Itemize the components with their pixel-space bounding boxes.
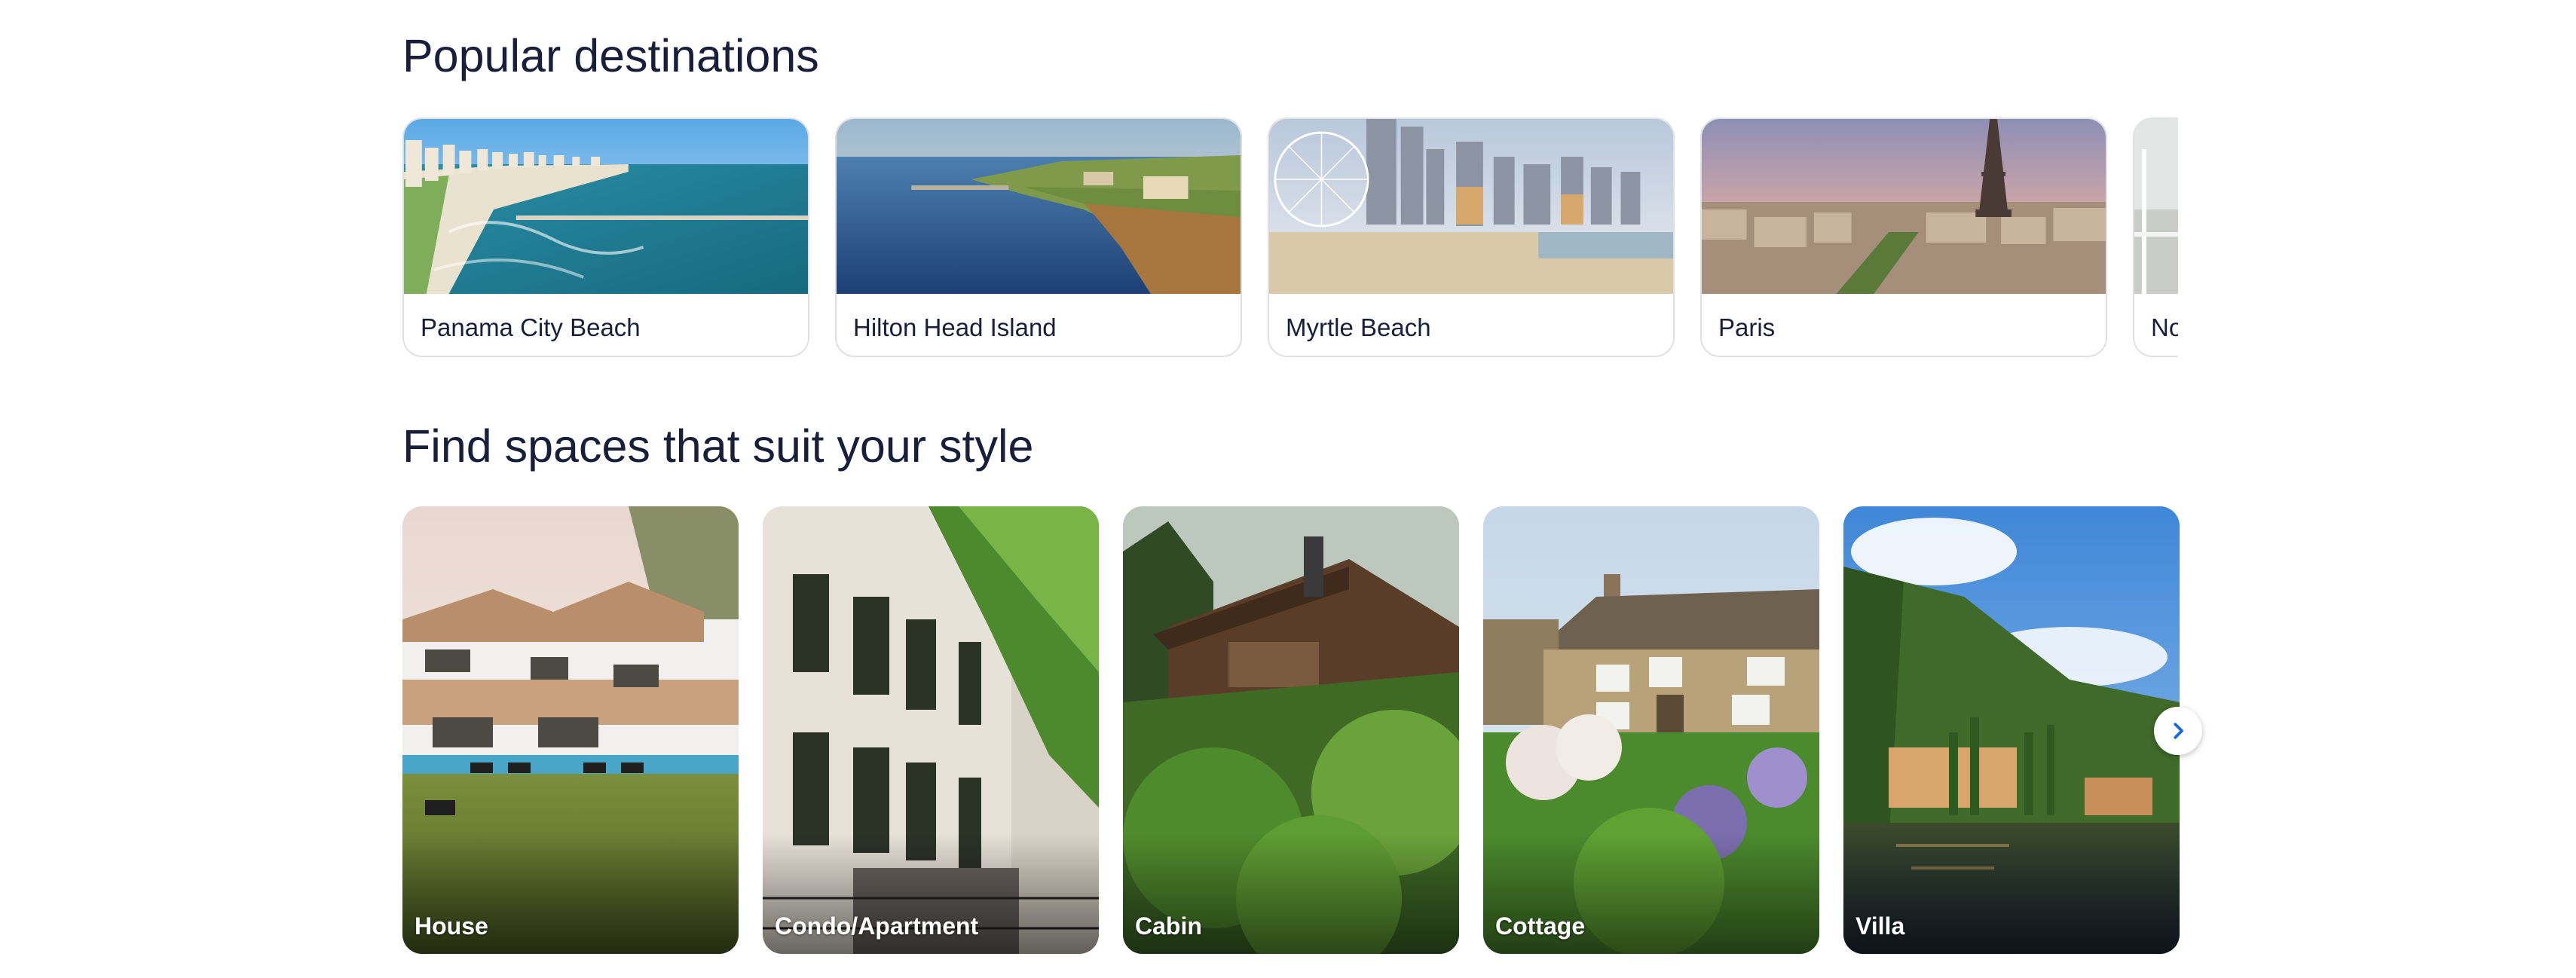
destination-photo [404, 119, 808, 294]
style-card-condo-apartment[interactable]: Condo/Apartment [763, 506, 1099, 954]
style-label: Condo/Apartment [775, 912, 979, 940]
destination-card-hilton-head-island[interactable]: Hilton Head Island [835, 118, 1242, 357]
destination-label: Panama City Beach [421, 313, 641, 341]
style-label: Villa [1856, 912, 1905, 940]
style-label: House [415, 912, 488, 940]
popular-destinations-heading: Popular destinations [402, 30, 819, 81]
destination-card-partial[interactable]: No [2133, 118, 2178, 357]
chevron-right-icon [2174, 723, 2183, 739]
style-label: Cottage [1495, 912, 1586, 940]
style-card-cabin[interactable]: Cabin [1123, 506, 1459, 954]
destination-label: Paris [1718, 313, 1776, 341]
find-spaces-heading: Find spaces that suit your style [402, 420, 1034, 472]
destination-photo [1702, 119, 2106, 294]
destination-photo [1269, 119, 1673, 294]
destination-card-paris[interactable]: Paris [1700, 118, 2107, 357]
destination-card-panama-city-beach[interactable]: Panama City Beach [402, 118, 809, 357]
style-card-house[interactable]: House [402, 506, 739, 954]
destination-photo [837, 119, 1241, 294]
destination-card-myrtle-beach[interactable]: Myrtle Beach [1268, 118, 1675, 357]
style-card-cottage[interactable]: Cottage [1483, 506, 1819, 954]
destination-label: No [2151, 313, 2178, 341]
destination-photo [2134, 119, 2178, 294]
destination-label: Myrtle Beach [1286, 313, 1431, 341]
style-label: Cabin [1135, 912, 1202, 940]
carousel-next-button[interactable] [2154, 707, 2202, 755]
destinations-carousel: Panama City Beach Hilton Head Island Myr… [402, 118, 2178, 360]
style-card-villa[interactable]: Villa [1843, 506, 2180, 954]
destination-label: Hilton Head Island [853, 313, 1057, 341]
